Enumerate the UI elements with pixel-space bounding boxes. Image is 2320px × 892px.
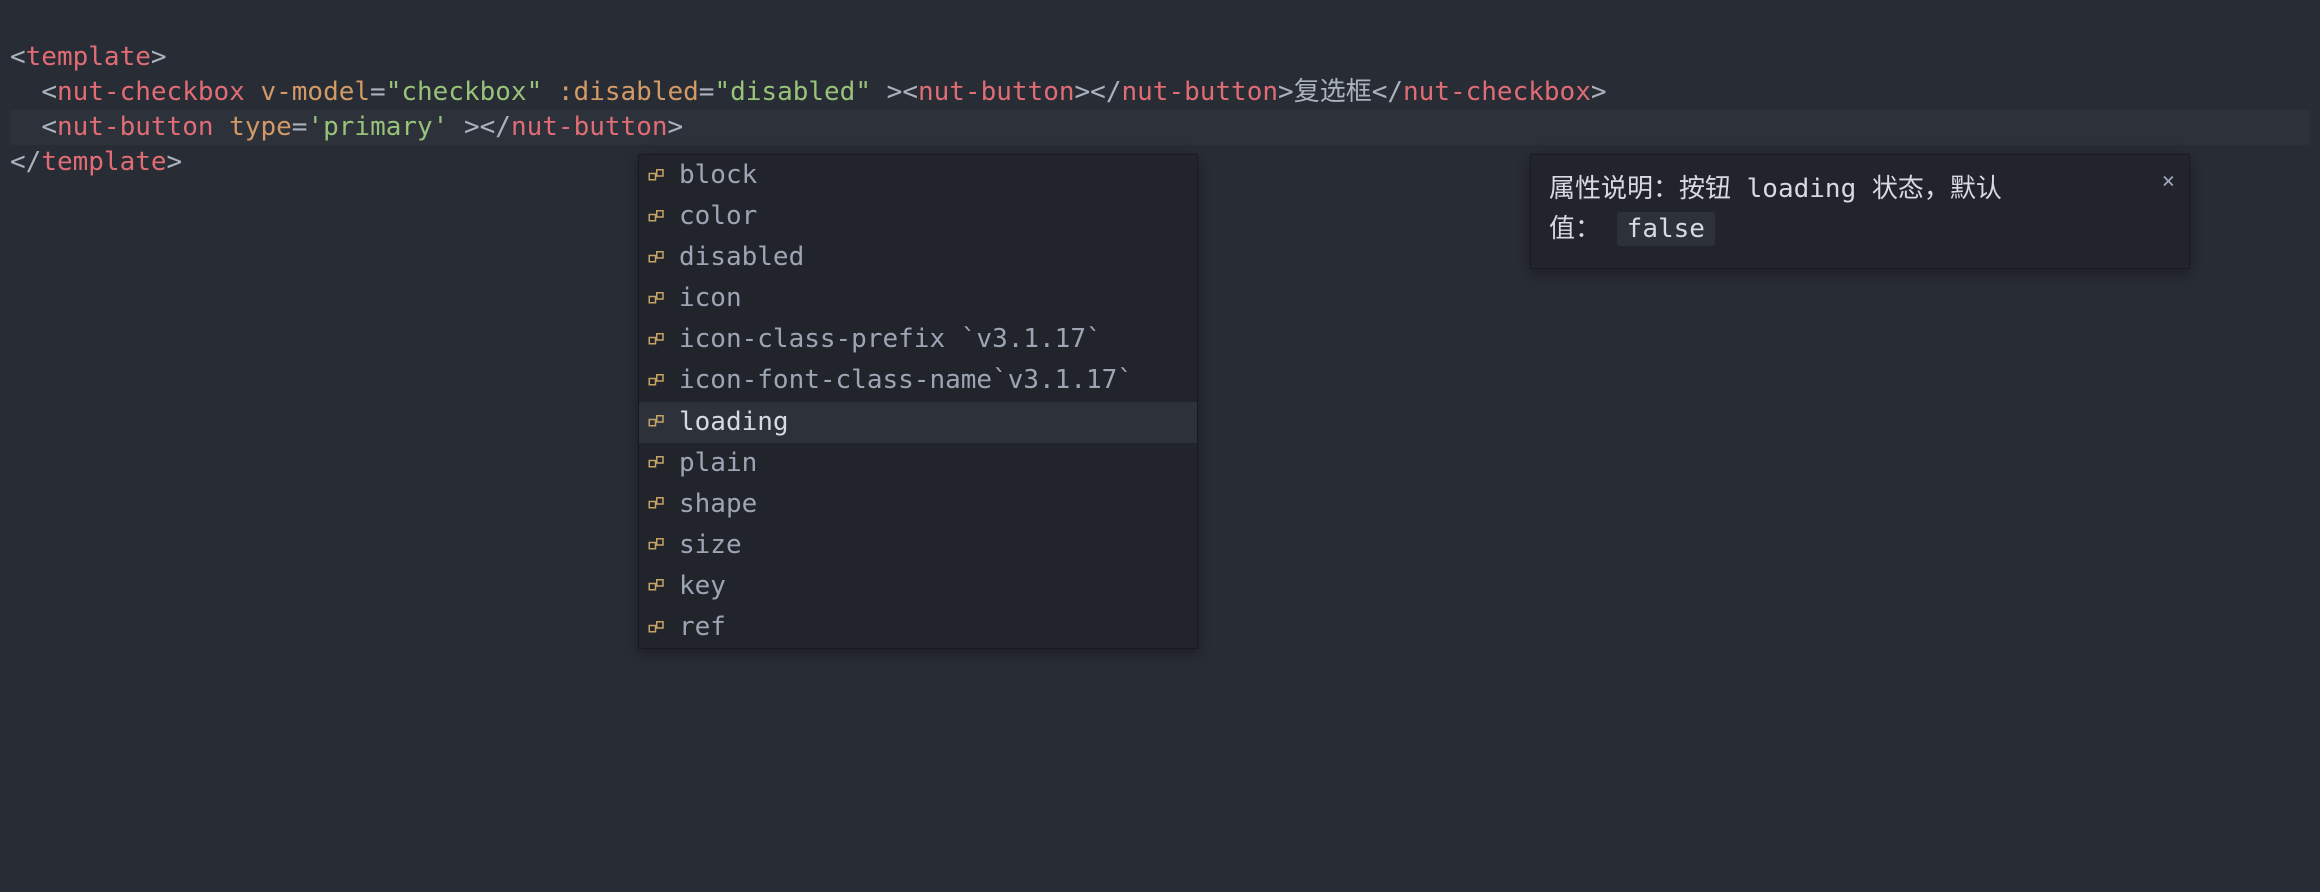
autocomplete-item[interactable]: icon — [639, 278, 1197, 319]
property-icon — [647, 206, 669, 228]
autocomplete-item-label: plain — [679, 446, 757, 481]
punct: = — [699, 77, 715, 107]
tooltip-code: false — [1617, 212, 1715, 246]
close-icon[interactable]: × — [2162, 165, 2175, 199]
autocomplete-item-label: icon-class-prefix `v3.1.17` — [679, 322, 1102, 357]
autocomplete-item-label: ref — [679, 610, 726, 645]
property-icon — [647, 288, 669, 310]
autocomplete-item[interactable]: ref — [639, 607, 1197, 648]
tag: template — [41, 147, 166, 177]
autocomplete-item[interactable]: color — [639, 196, 1197, 237]
tag: template — [26, 42, 151, 72]
autocomplete-item-label: shape — [679, 487, 757, 522]
indent — [10, 112, 41, 142]
punct: < — [10, 42, 26, 72]
code-line[interactable]: <template> — [10, 40, 2310, 75]
autocomplete-item[interactable]: loading — [639, 402, 1197, 443]
space — [214, 112, 230, 142]
space — [871, 77, 887, 107]
attr: v-model — [260, 77, 370, 107]
punct: < — [41, 77, 57, 107]
punct: </ — [1090, 77, 1121, 107]
autocomplete-item[interactable]: shape — [639, 484, 1197, 525]
property-icon — [647, 452, 669, 474]
autocomplete-item-label: icon — [679, 281, 742, 316]
string: "checkbox" — [386, 77, 543, 107]
attr: type — [229, 112, 292, 142]
property-icon — [647, 411, 669, 433]
doc-tooltip: × 属性说明：按钮 loading 状态，默认 值： false — [1530, 154, 2190, 269]
space — [245, 77, 261, 107]
punct: = — [292, 112, 308, 142]
tag: nut-checkbox — [57, 77, 245, 107]
punct: > — [151, 42, 167, 72]
punct: < — [902, 77, 918, 107]
punct: > — [167, 147, 183, 177]
tag: nut-button — [1121, 77, 1278, 107]
punct: > — [668, 112, 684, 142]
property-icon — [647, 575, 669, 597]
code-line[interactable]: <nut-checkbox v-model="checkbox" :disabl… — [10, 75, 2310, 110]
autocomplete-item-label: key — [679, 569, 726, 604]
property-icon — [647, 370, 669, 392]
property-icon — [647, 493, 669, 515]
autocomplete-item-label: block — [679, 158, 757, 193]
space — [448, 112, 464, 142]
punct: > — [1075, 77, 1091, 107]
property-icon — [647, 534, 669, 556]
punct: </ — [10, 147, 41, 177]
punct: > — [1278, 77, 1294, 107]
tooltip-line: 值： false — [1549, 209, 2171, 249]
autocomplete-item[interactable]: size — [639, 525, 1197, 566]
punct: > — [1591, 77, 1607, 107]
punct: = — [370, 77, 386, 107]
autocomplete-item[interactable]: plain — [639, 443, 1197, 484]
punct: </ — [480, 112, 511, 142]
tag: nut-button — [918, 77, 1075, 107]
autocomplete-item[interactable]: icon-font-class-name`v3.1.17` — [639, 360, 1197, 401]
code-editor[interactable]: <template> <nut-checkbox v-model="checkb… — [0, 0, 2320, 190]
text: 复选框 — [1294, 77, 1372, 107]
autocomplete-item[interactable]: icon-class-prefix `v3.1.17` — [639, 319, 1197, 360]
autocomplete-item-label: size — [679, 528, 742, 563]
tag: nut-button — [511, 112, 668, 142]
autocomplete-popup[interactable]: block color disabled icon icon-class-prefix … — [638, 154, 1198, 649]
string: "disabled" — [714, 77, 871, 107]
punct: > — [464, 112, 480, 142]
autocomplete-item[interactable]: block — [639, 155, 1197, 196]
string: 'primary' — [307, 112, 448, 142]
autocomplete-item-label: icon-font-class-name`v3.1.17` — [679, 363, 1133, 398]
autocomplete-item[interactable]: disabled — [639, 237, 1197, 278]
code-line-active[interactable]: <nut-button type='primary' ></nut-button… — [10, 110, 2310, 145]
punct: > — [887, 77, 903, 107]
tooltip-prefix: 值： — [1549, 214, 1601, 244]
punct: < — [41, 112, 57, 142]
tag: nut-checkbox — [1403, 77, 1591, 107]
tag: nut-button — [57, 112, 214, 142]
tooltip-line: 属性说明：按钮 loading 状态，默认 — [1549, 169, 2171, 209]
punct: </ — [1372, 77, 1403, 107]
property-icon — [647, 247, 669, 269]
property-icon — [647, 617, 669, 639]
attr: :disabled — [558, 77, 699, 107]
autocomplete-item[interactable]: key — [639, 566, 1197, 607]
autocomplete-item-label: color — [679, 199, 757, 234]
indent — [10, 77, 41, 107]
autocomplete-item-label: disabled — [679, 240, 804, 275]
space — [542, 77, 558, 107]
autocomplete-item-label: loading — [679, 405, 789, 440]
property-icon — [647, 329, 669, 351]
property-icon — [647, 165, 669, 187]
